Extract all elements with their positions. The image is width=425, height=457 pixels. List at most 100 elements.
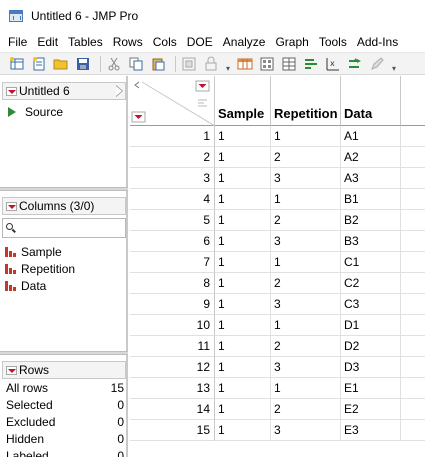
cell-repetition[interactable]: 2: [271, 399, 341, 420]
column-header-empty[interactable]: [401, 76, 425, 126]
menu-graph[interactable]: Graph: [270, 32, 313, 52]
cell-sample[interactable]: 1: [215, 231, 271, 252]
row-number[interactable]: 12: [130, 357, 215, 378]
cell-data[interactable]: A3: [341, 168, 401, 189]
table-row[interactable]: 11 1 2 D2: [130, 336, 425, 357]
column-search-input[interactable]: [2, 218, 126, 238]
cell-empty[interactable]: [401, 336, 425, 357]
cell-repetition[interactable]: 2: [271, 273, 341, 294]
cell-data[interactable]: A2: [341, 147, 401, 168]
columns-panel-header[interactable]: Columns (3/0): [2, 197, 126, 215]
menu-cols[interactable]: Cols: [148, 32, 182, 52]
column-header-sample[interactable]: Sample: [215, 76, 271, 126]
table-row[interactable]: 6 1 3 B3: [130, 231, 425, 252]
toolbar-overflow-icon[interactable]: ▾: [390, 55, 398, 73]
table-row[interactable]: 13 1 1 E1: [130, 378, 425, 399]
cell-data[interactable]: E2: [341, 399, 401, 420]
column-header-data[interactable]: Data: [341, 76, 401, 126]
row-number[interactable]: 2: [130, 147, 215, 168]
cell-sample[interactable]: 1: [215, 168, 271, 189]
table-row[interactable]: 9 1 3 C3: [130, 294, 425, 315]
cell-sample[interactable]: 1: [215, 357, 271, 378]
menu-tables[interactable]: Tables: [63, 32, 108, 52]
cell-empty[interactable]: [401, 294, 425, 315]
cell-repetition[interactable]: 1: [271, 126, 341, 147]
cell-sample[interactable]: 1: [215, 189, 271, 210]
calculator-icon[interactable]: [258, 55, 276, 73]
table-row[interactable]: 12 1 3 D3: [130, 357, 425, 378]
row-number[interactable]: 8: [130, 273, 215, 294]
cut-icon[interactable]: [105, 55, 123, 73]
cell-repetition[interactable]: 1: [271, 315, 341, 336]
save-icon[interactable]: [74, 55, 92, 73]
cell-repetition[interactable]: 3: [271, 231, 341, 252]
column-item[interactable]: Sample: [5, 243, 75, 260]
cell-empty[interactable]: [401, 189, 425, 210]
row-number[interactable]: 4: [130, 189, 215, 210]
rows-summary-item[interactable]: All rows 15: [6, 380, 124, 397]
column-item[interactable]: Repetition: [5, 260, 75, 277]
cell-repetition[interactable]: 3: [271, 357, 341, 378]
open-icon[interactable]: [52, 55, 70, 73]
table-row[interactable]: 2 1 2 A2: [130, 147, 425, 168]
cell-sample[interactable]: 1: [215, 399, 271, 420]
cell-repetition[interactable]: 1: [271, 252, 341, 273]
row-number[interactable]: 1: [130, 126, 215, 147]
table-row[interactable]: 3 1 3 A3: [130, 168, 425, 189]
cell-sample[interactable]: 1: [215, 252, 271, 273]
cell-empty[interactable]: [401, 252, 425, 273]
cell-data[interactable]: C2: [341, 273, 401, 294]
cell-repetition[interactable]: 2: [271, 147, 341, 168]
arrow-icon[interactable]: [346, 55, 364, 73]
column-header-repetition[interactable]: Repetition: [271, 76, 341, 126]
cell-data[interactable]: B1: [341, 189, 401, 210]
row-number[interactable]: 9: [130, 294, 215, 315]
table-row[interactable]: 15 1 3 E3: [130, 420, 425, 441]
red-triangle-menu-icon[interactable]: [6, 366, 17, 375]
rows-summary-item[interactable]: Excluded 0: [6, 414, 124, 431]
cell-empty[interactable]: [401, 399, 425, 420]
cell-data[interactable]: B2: [341, 210, 401, 231]
row-number[interactable]: 3: [130, 168, 215, 189]
menu-file[interactable]: File: [0, 32, 32, 52]
cell-data[interactable]: B3: [341, 231, 401, 252]
cell-repetition[interactable]: 1: [271, 189, 341, 210]
menu-doe[interactable]: DOE: [182, 32, 218, 52]
cell-data[interactable]: A1: [341, 126, 401, 147]
red-triangle-menu-icon[interactable]: [6, 202, 17, 211]
cell-data[interactable]: C1: [341, 252, 401, 273]
table-row[interactable]: 4 1 1 B1: [130, 189, 425, 210]
rows-summary-item[interactable]: Hidden 0: [6, 431, 124, 448]
lock-icon[interactable]: [202, 55, 220, 73]
table-row[interactable]: 5 1 2 B2: [130, 210, 425, 231]
row-number[interactable]: 7: [130, 252, 215, 273]
cell-empty[interactable]: [401, 315, 425, 336]
new-table-icon[interactable]: [8, 55, 26, 73]
cell-sample[interactable]: 1: [215, 294, 271, 315]
fit-icon[interactable]: x: [324, 55, 342, 73]
cell-data[interactable]: D1: [341, 315, 401, 336]
cell-sample[interactable]: 1: [215, 273, 271, 294]
cell-data[interactable]: D2: [341, 336, 401, 357]
new-script-icon[interactable]: [30, 55, 48, 73]
row-number[interactable]: 14: [130, 399, 215, 420]
cell-empty[interactable]: [401, 231, 425, 252]
cell-sample[interactable]: 1: [215, 420, 271, 441]
cell-empty[interactable]: [401, 273, 425, 294]
table-row[interactable]: 8 1 2 C2: [130, 273, 425, 294]
columns-icon[interactable]: [280, 55, 298, 73]
distribution-icon[interactable]: [302, 55, 320, 73]
cell-sample[interactable]: 1: [215, 126, 271, 147]
table-icon[interactable]: [236, 55, 254, 73]
menu-edit[interactable]: Edit: [32, 32, 63, 52]
cell-data[interactable]: E1: [341, 378, 401, 399]
row-number[interactable]: 13: [130, 378, 215, 399]
cell-sample[interactable]: 1: [215, 210, 271, 231]
row-number[interactable]: 5: [130, 210, 215, 231]
menu-analyze[interactable]: Analyze: [218, 32, 271, 52]
rows-summary-item[interactable]: Labeled 0: [6, 448, 124, 457]
row-number[interactable]: 10: [130, 315, 215, 336]
cell-repetition[interactable]: 1: [271, 378, 341, 399]
run-script-icon[interactable]: [8, 107, 16, 117]
cell-repetition[interactable]: 2: [271, 210, 341, 231]
